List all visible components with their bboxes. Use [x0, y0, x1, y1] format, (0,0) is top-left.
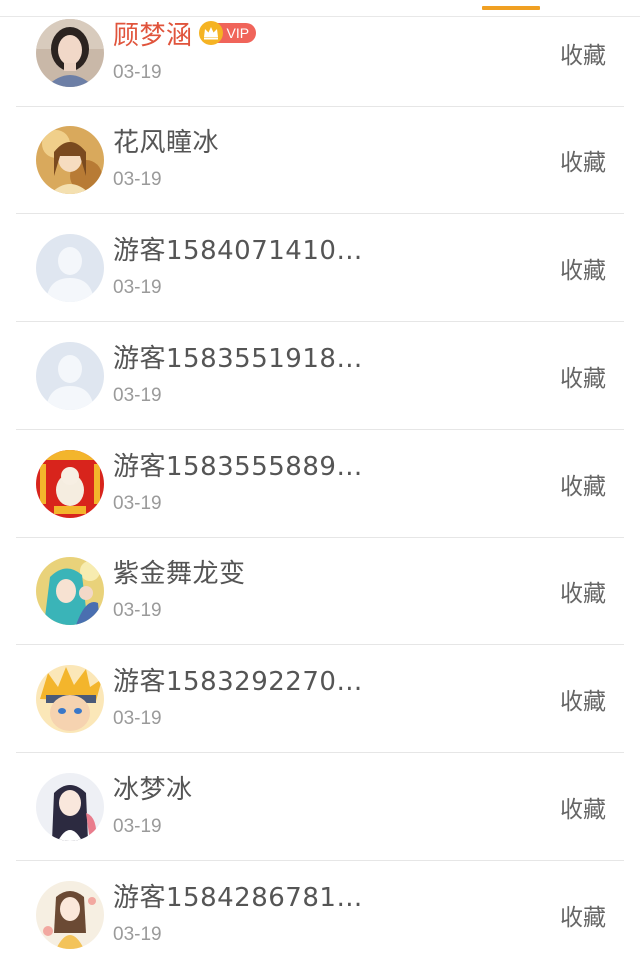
name-line: 冰梦冰: [113, 769, 193, 806]
collect-button[interactable]: 收藏: [560, 36, 606, 70]
visit-date: 03-19: [113, 62, 162, 83]
collect-button[interactable]: 收藏: [560, 251, 606, 285]
row-divider: [16, 429, 624, 430]
user-avatar[interactable]: [36, 126, 104, 194]
name-line: 游客1584071410…: [113, 230, 363, 267]
name-line: 顾梦涵 VIP: [113, 15, 257, 52]
collect-button[interactable]: 收藏: [560, 574, 606, 608]
user-avatar[interactable]: [36, 450, 104, 518]
anime-teal-hair-avatar-icon: [36, 557, 104, 625]
row-divider: [16, 644, 624, 645]
list-item[interactable]: 游客1583292270… 03-19 收藏: [0, 646, 640, 753]
list-item[interactable]: 游客1584286781… 03-19 收藏: [0, 862, 640, 959]
anime-blonde-ninja-avatar-icon: [36, 665, 104, 733]
visit-date: 03-19: [113, 708, 162, 729]
default-user-avatar-icon: [36, 234, 104, 302]
user-name[interactable]: 花风瞳冰: [113, 122, 219, 159]
visit-date: 03-19: [113, 385, 162, 406]
list-item[interactable]: 冰梦冰 03-19 收藏: [0, 754, 640, 861]
festive-red-avatar-icon: [36, 450, 104, 518]
list-item[interactable]: 紫金舞龙变 03-19 收藏: [0, 538, 640, 645]
user-avatar[interactable]: [36, 234, 104, 302]
user-avatar[interactable]: [36, 19, 104, 87]
visitor-list-page: 顾梦涵 VIP 03-19 收藏 花风瞳冰 03-19 收藏 游客1584071…: [0, 0, 640, 959]
anime-girl-golden-avatar-icon: [36, 126, 104, 194]
visit-date: 03-19: [113, 600, 162, 621]
user-name[interactable]: 游客1583292270…: [113, 661, 363, 698]
row-divider: [16, 321, 624, 322]
default-user-avatar-icon: [36, 342, 104, 410]
collect-button[interactable]: 收藏: [560, 682, 606, 716]
collect-button[interactable]: 收藏: [560, 359, 606, 393]
name-line: 游客1584286781…: [113, 877, 363, 914]
visit-date: 03-19: [113, 816, 162, 837]
user-name[interactable]: 游客1583551918…: [113, 338, 363, 375]
row-divider: [16, 752, 624, 753]
list-item[interactable]: 游客1584071410… 03-19 收藏: [0, 215, 640, 322]
name-line: 游客1583551918…: [113, 338, 363, 375]
user-avatar[interactable]: [36, 557, 104, 625]
user-name[interactable]: 顾梦涵: [113, 15, 193, 52]
user-avatar[interactable]: [36, 773, 104, 841]
user-name[interactable]: 游客1584286781…: [113, 877, 363, 914]
visit-date: 03-19: [113, 277, 162, 298]
user-name[interactable]: 紫金舞龙变: [113, 553, 246, 590]
row-divider: [16, 860, 624, 861]
user-name[interactable]: 游客1584071410…: [113, 230, 363, 267]
user-name[interactable]: 冰梦冰: [113, 769, 193, 806]
name-line: 游客1583555889…: [113, 446, 363, 483]
woman-photo-avatar-icon: [36, 19, 104, 87]
list-item[interactable]: 游客1583551918… 03-19 收藏: [0, 323, 640, 430]
visit-date: 03-19: [113, 169, 162, 190]
name-line: 花风瞳冰: [113, 122, 219, 159]
user-name[interactable]: 游客1583555889…: [113, 446, 363, 483]
collect-button[interactable]: 收藏: [560, 898, 606, 932]
collect-button[interactable]: 收藏: [560, 467, 606, 501]
user-avatar[interactable]: [36, 881, 104, 949]
user-avatar[interactable]: [36, 342, 104, 410]
list-item[interactable]: 花风瞳冰 03-19 收藏: [0, 107, 640, 214]
collect-button[interactable]: 收藏: [560, 790, 606, 824]
name-line: 紫金舞龙变: [113, 553, 246, 590]
name-line: 游客1583292270…: [113, 661, 363, 698]
crown-icon: [198, 21, 223, 45]
collect-button[interactable]: 收藏: [560, 143, 606, 177]
list-item[interactable]: 顾梦涵 VIP 03-19 收藏: [0, 0, 640, 107]
visit-date: 03-19: [113, 924, 162, 945]
vip-badge: VIP: [198, 21, 257, 45]
anime-pastel-girl-avatar-icon: [36, 881, 104, 949]
anime-dark-hair-girl-avatar-icon: [36, 773, 104, 841]
visit-date: 03-19: [113, 493, 162, 514]
list-item[interactable]: 游客1583555889… 03-19 收藏: [0, 431, 640, 538]
row-divider: [16, 213, 624, 214]
user-avatar[interactable]: [36, 665, 104, 733]
